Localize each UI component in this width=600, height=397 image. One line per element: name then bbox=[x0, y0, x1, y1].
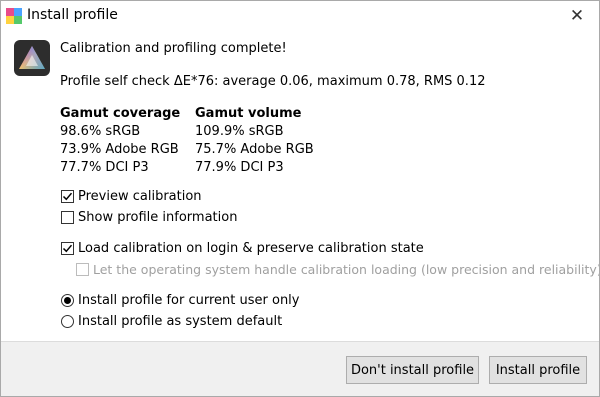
title-bar: Install profile ✕ bbox=[1, 1, 599, 31]
install-profile-dialog: Install profile ✕ Calibration and profil… bbox=[0, 0, 600, 397]
load-calibration-checkbox[interactable]: Load calibration on login & preserve cal… bbox=[61, 241, 424, 256]
gamut-volume-column: Gamut volume 109.9% sRGB 75.7% Adobe RGB… bbox=[195, 105, 314, 177]
os-handle-loading-checkbox: Let the operating system handle calibrat… bbox=[76, 262, 600, 277]
checkbox-checked[interactable] bbox=[61, 242, 74, 255]
gamut-volume-header: Gamut volume bbox=[195, 106, 302, 121]
close-button[interactable]: ✕ bbox=[555, 1, 599, 31]
gamut-coverage-value: 73.9% Adobe RGB bbox=[60, 142, 179, 157]
load-calibration-label: Load calibration on login & preserve cal… bbox=[78, 241, 424, 256]
gamut-coverage-value: 77.7% DCI P3 bbox=[60, 160, 149, 175]
gamut-volume-value: 109.9% sRGB bbox=[195, 124, 284, 139]
install-system-default-label: Install profile as system default bbox=[78, 314, 283, 329]
button-bar: Don't install profile Install profile bbox=[1, 341, 599, 396]
gamut-volume-value: 75.7% Adobe RGB bbox=[195, 142, 314, 157]
window-title: Install profile bbox=[27, 7, 118, 23]
app-logo-icon bbox=[6, 8, 22, 24]
checkbox-disabled bbox=[76, 263, 89, 276]
install-button[interactable]: Install profile bbox=[489, 356, 587, 384]
self-check-text: Profile self check ΔE*76: average 0.06, … bbox=[60, 74, 486, 89]
os-handle-loading-label: Let the operating system handle calibrat… bbox=[93, 262, 600, 277]
radio-selected[interactable] bbox=[61, 294, 74, 307]
preview-calibration-label: Preview calibration bbox=[78, 189, 202, 204]
preview-calibration-checkbox[interactable]: Preview calibration bbox=[61, 189, 202, 204]
radio-unselected[interactable] bbox=[61, 315, 74, 328]
gamut-coverage-column: Gamut coverage 98.6% sRGB 73.9% Adobe RG… bbox=[60, 105, 180, 177]
checkbox-unchecked[interactable] bbox=[61, 211, 74, 224]
checkmark-icon bbox=[62, 244, 73, 253]
dont-install-button[interactable]: Don't install profile bbox=[346, 356, 479, 384]
gamut-coverage-value: 98.6% sRGB bbox=[60, 124, 141, 139]
checkmark-icon bbox=[62, 192, 73, 201]
checkbox-checked[interactable] bbox=[61, 190, 74, 203]
completion-heading: Calibration and profiling complete! bbox=[60, 41, 287, 56]
close-icon: ✕ bbox=[569, 6, 585, 26]
show-profile-info-label: Show profile information bbox=[78, 210, 238, 225]
show-profile-info-checkbox[interactable]: Show profile information bbox=[61, 210, 237, 225]
color-triangle-icon bbox=[14, 40, 50, 76]
install-system-default-radio[interactable]: Install profile as system default bbox=[61, 314, 282, 329]
install-current-user-radio[interactable]: Install profile for current user only bbox=[61, 293, 299, 308]
gamut-coverage-header: Gamut coverage bbox=[60, 106, 181, 121]
gamut-volume-value: 77.9% DCI P3 bbox=[195, 160, 284, 175]
install-current-user-label: Install profile for current user only bbox=[78, 293, 300, 308]
